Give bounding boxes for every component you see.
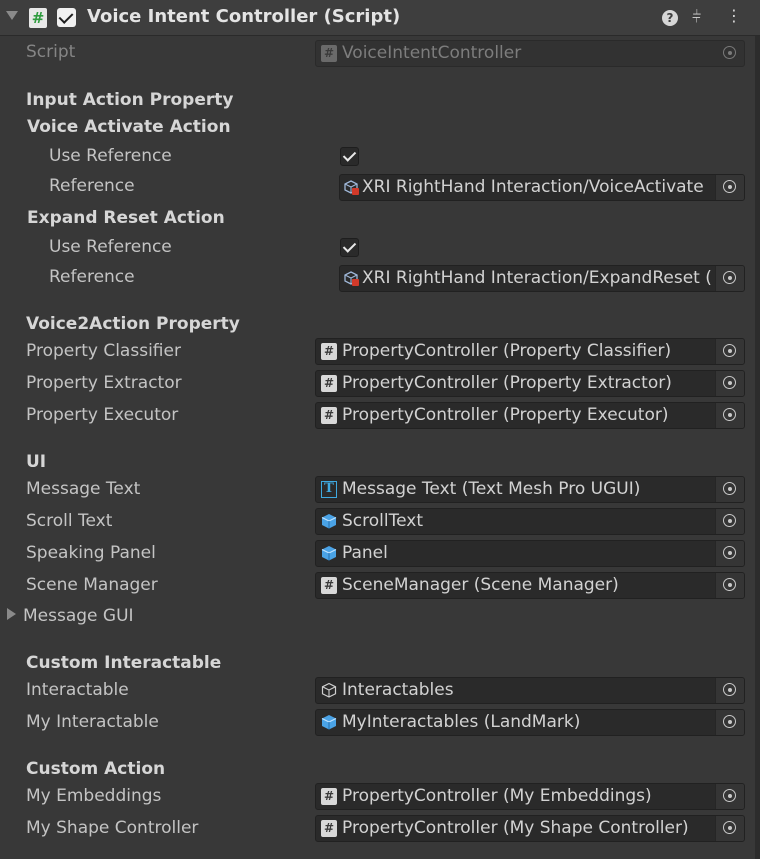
custom-interactable-header: Custom Interactable <box>26 653 222 673</box>
presets-icon[interactable]: ⫩ <box>692 7 701 27</box>
message-gui-foldout[interactable]: Message GUI <box>23 606 134 626</box>
speaking-panel-label: Speaking Panel <box>26 543 156 563</box>
property-executor-field[interactable]: # PropertyController (Property Executor) <box>315 402 745 429</box>
scene-manager-field[interactable]: # SceneManager (Scene Manager) <box>315 572 745 599</box>
expand-reset-reference-field[interactable]: XRI RightHand Interaction/ExpandReset ( <box>339 265 745 292</box>
use-reference-label: Use Reference <box>49 237 172 257</box>
message-text-value: Message Text (Text Mesh Pro UGUI) <box>342 479 641 499</box>
scene-manager-label: Scene Manager <box>26 575 158 595</box>
interactable-value: Interactables <box>342 680 454 700</box>
component-title: Voice Intent Controller (Script) <box>87 6 401 27</box>
my-interactable-field[interactable]: MyInteractables (LandMark) <box>315 709 745 736</box>
text-mesh-pro-icon: T <box>321 481 337 498</box>
scroll-text-field[interactable]: ScrollText <box>315 508 745 535</box>
property-extractor-label: Property Extractor <box>26 373 182 393</box>
property-extractor-value: PropertyController (Property Extractor) <box>342 373 672 393</box>
object-picker-icon[interactable] <box>715 339 744 364</box>
object-picker-icon[interactable] <box>715 266 744 291</box>
component-enabled-checkbox[interactable] <box>57 8 76 27</box>
script-icon: # <box>321 577 337 594</box>
context-menu-icon[interactable]: ⋮ <box>726 6 742 25</box>
gameobject-cube-icon <box>321 545 337 562</box>
ui-header: UI <box>26 452 47 472</box>
speaking-panel-value: Panel <box>342 543 388 563</box>
inspector-scrollbar[interactable] <box>755 36 760 859</box>
use-reference-label: Use Reference <box>49 146 172 166</box>
object-picker-icon[interactable] <box>715 573 744 598</box>
script-icon: # <box>321 375 337 392</box>
object-picker-icon[interactable] <box>715 175 744 200</box>
expand-reset-action-header: Expand Reset Action <box>27 208 225 228</box>
my-shape-controller-value: PropertyController (My Shape Controller) <box>342 818 689 838</box>
voice2action-property-header: Voice2Action Property <box>26 314 240 334</box>
expand-reset-use-reference-checkbox[interactable] <box>340 238 359 257</box>
prefab-outline-icon <box>321 682 337 699</box>
property-classifier-field[interactable]: # PropertyController (Property Classifie… <box>315 338 745 365</box>
property-executor-value: PropertyController (Property Executor) <box>342 405 669 425</box>
my-embeddings-value: PropertyController (My Embeddings) <box>342 786 652 806</box>
voice-activate-action-header: Voice Activate Action <box>27 117 231 137</box>
help-icon[interactable]: ? <box>662 10 678 26</box>
input-action-reference-icon <box>344 179 360 196</box>
scroll-text-label: Scroll Text <box>26 511 113 531</box>
object-picker-icon[interactable] <box>715 477 744 502</box>
my-embeddings-label: My Embeddings <box>26 786 162 806</box>
foldout-expanded-icon[interactable] <box>6 11 18 20</box>
object-picker-icon[interactable] <box>715 541 744 566</box>
object-picker-icon[interactable] <box>715 710 744 735</box>
object-picker-icon[interactable] <box>715 403 744 428</box>
voice-activate-reference-field[interactable]: XRI RightHand Interaction/VoiceActivate <box>339 174 745 201</box>
object-picker-icon <box>716 41 744 66</box>
script-field: # VoiceIntentController <box>315 40 745 67</box>
object-picker-icon[interactable] <box>715 509 744 534</box>
scene-manager-value: SceneManager (Scene Manager) <box>342 575 619 595</box>
scroll-text-value: ScrollText <box>342 511 423 531</box>
object-picker-icon[interactable] <box>715 678 744 703</box>
input-action-property-header: Input Action Property <box>26 90 234 110</box>
script-icon: # <box>321 788 337 805</box>
my-shape-controller-label: My Shape Controller <box>26 818 199 838</box>
foldout-collapsed-icon[interactable] <box>7 608 16 620</box>
script-icon: # <box>321 45 337 62</box>
interactable-field[interactable]: Interactables <box>315 677 745 704</box>
gameobject-cube-icon <box>321 513 337 530</box>
voice-activate-reference-value: XRI RightHand Interaction/VoiceActivate <box>362 177 704 197</box>
message-text-field[interactable]: T Message Text (Text Mesh Pro UGUI) <box>315 476 745 503</box>
script-icon: # <box>29 8 47 28</box>
expand-reset-reference-value: XRI RightHand Interaction/ExpandReset ( <box>362 268 712 288</box>
interactable-label: Interactable <box>26 680 129 700</box>
speaking-panel-field[interactable]: Panel <box>315 540 745 567</box>
object-picker-icon[interactable] <box>715 816 744 841</box>
script-icon: # <box>321 407 337 424</box>
script-icon: # <box>321 820 337 837</box>
message-text-label: Message Text <box>26 479 141 499</box>
custom-action-header: Custom Action <box>26 759 166 779</box>
script-label: Script <box>26 42 76 62</box>
property-classifier-label: Property Classifier <box>26 341 181 361</box>
reference-label: Reference <box>49 267 135 287</box>
my-embeddings-field[interactable]: # PropertyController (My Embeddings) <box>315 783 745 810</box>
component-header: # Voice Intent Controller (Script) ? ⫩ ⋮ <box>0 0 760 36</box>
reference-label: Reference <box>49 176 135 196</box>
property-classifier-value: PropertyController (Property Classifier) <box>342 341 672 361</box>
my-shape-controller-field[interactable]: # PropertyController (My Shape Controlle… <box>315 815 745 842</box>
my-interactable-label: My Interactable <box>26 712 159 732</box>
property-executor-label: Property Executor <box>26 405 179 425</box>
gameobject-cube-icon <box>321 714 337 731</box>
script-field-value: VoiceIntentController <box>342 43 522 63</box>
property-extractor-field[interactable]: # PropertyController (Property Extractor… <box>315 370 745 397</box>
script-icon: # <box>321 343 337 360</box>
my-interactable-value: MyInteractables (LandMark) <box>342 712 581 732</box>
voice-activate-use-reference-checkbox[interactable] <box>340 147 359 166</box>
object-picker-icon[interactable] <box>715 371 744 396</box>
object-picker-icon[interactable] <box>715 784 744 809</box>
input-action-reference-icon <box>344 270 360 287</box>
